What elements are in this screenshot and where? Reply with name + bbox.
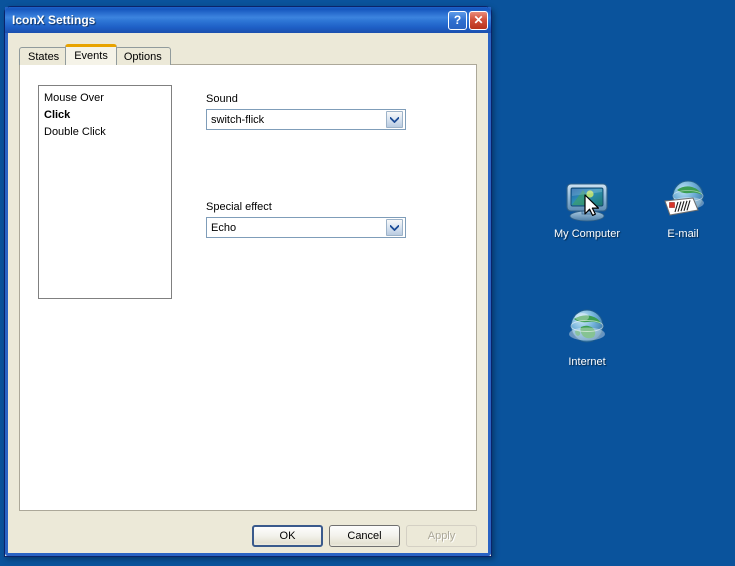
desktop-icon-label: My Computer: [553, 228, 621, 240]
list-item[interactable]: Double Click: [39, 124, 171, 141]
desktop-icon-label: E-mail: [667, 228, 699, 240]
my-computer-icon: [563, 176, 611, 224]
internet-globe-icon: [563, 304, 611, 352]
tab-label: Options: [123, 50, 162, 63]
ok-button[interactable]: OK: [252, 525, 323, 547]
list-item-label: Click: [44, 109, 71, 121]
sound-dropdown-value: switch-flick: [211, 113, 265, 126]
email-icon: [659, 176, 707, 224]
cancel-button[interactable]: Cancel: [329, 525, 400, 547]
desktop-icon-internet[interactable]: Internet: [539, 304, 635, 369]
tab-events[interactable]: Events: [65, 44, 117, 65]
sound-field-group: Sound switch-flick: [206, 93, 406, 130]
iconx-settings-dialog: IconX Settings ? ✕ States Events Options…: [4, 6, 492, 557]
desktop-icon-label: Internet: [568, 356, 606, 368]
help-button[interactable]: ?: [448, 10, 467, 30]
dialog-titlebar[interactable]: IconX Settings ? ✕: [5, 7, 491, 33]
settings-tabstrip: States Events Options: [19, 44, 171, 65]
special-effect-dropdown[interactable]: Echo: [206, 217, 406, 238]
close-x-icon: ✕: [473, 13, 484, 27]
sound-dropdown[interactable]: switch-flick: [206, 109, 406, 130]
chevron-down-icon[interactable]: [386, 111, 403, 128]
chevron-down-icon[interactable]: [386, 219, 403, 236]
desktop-icon-my-computer[interactable]: My Computer: [539, 176, 635, 241]
apply-button: Apply: [406, 525, 477, 547]
question-mark-icon: ?: [453, 13, 462, 27]
dialog-button-row: OK Cancel Apply: [5, 521, 493, 551]
tab-label: States: [28, 50, 60, 63]
list-item[interactable]: Mouse Over: [39, 90, 171, 107]
close-button[interactable]: ✕: [469, 10, 488, 30]
tab-label: Events: [74, 50, 108, 62]
special-effect-dropdown-value: Echo: [211, 221, 237, 234]
list-item[interactable]: Click: [39, 107, 171, 124]
sound-label: Sound: [206, 93, 238, 105]
special-effect-field-group: Special effect Echo: [206, 201, 406, 238]
list-item-label: Double Click: [44, 126, 106, 138]
cancel-button-label: Cancel: [347, 530, 382, 542]
events-tab-panel: Mouse Over Click Double Click Sound swit…: [19, 64, 477, 511]
ok-button-label: OK: [279, 530, 296, 542]
dialog-title: IconX Settings: [12, 13, 96, 27]
tab-options[interactable]: Options: [114, 47, 171, 65]
list-item-label: Mouse Over: [44, 92, 104, 104]
tab-states[interactable]: States: [19, 47, 69, 65]
event-list[interactable]: Mouse Over Click Double Click: [38, 85, 172, 299]
apply-button-label: Apply: [427, 530, 456, 542]
special-effect-label: Special effect: [206, 201, 272, 213]
desktop-icon-email[interactable]: E-mail: [635, 176, 731, 241]
